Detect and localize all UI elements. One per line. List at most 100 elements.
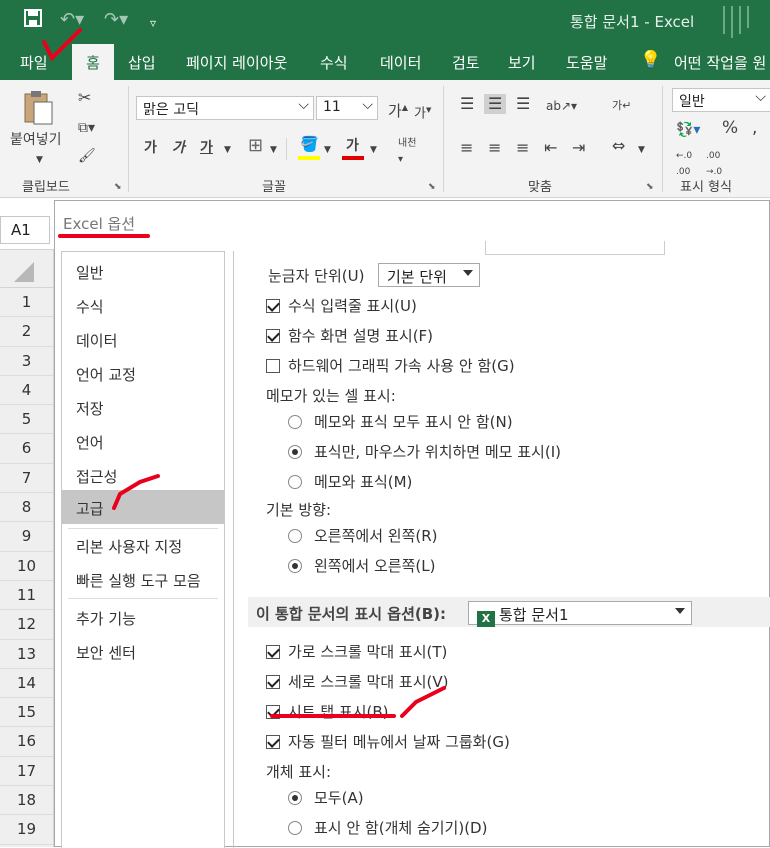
right-to-left-radio[interactable]: 오른쪽에서 왼쪽(R) [288, 525, 438, 546]
shrink-font-button[interactable]: 가▼ [414, 102, 431, 122]
left-to-right-radio[interactable]: 왼쪽에서 오른쪽(L) [288, 555, 435, 576]
tab-help[interactable]: 도움말 [566, 52, 607, 73]
row-header[interactable]: 19 [0, 815, 53, 845]
align-left-icon[interactable]: ≡ [460, 140, 473, 156]
tab-data[interactable]: 데이터 [380, 52, 421, 73]
show-vertical-scrollbar-checkbox[interactable]: 세로 스크롤 막대 표시(V) [266, 671, 448, 692]
nav-item-customize-ribbon[interactable]: 리본 사용자 지정 [62, 528, 224, 562]
align-middle-icon[interactable]: ☰ [484, 94, 507, 114]
group-dates-autofilter-checkbox[interactable]: 자동 필터 메뉴에서 날짜 그룹화(G) [266, 731, 510, 752]
phonetic-icon[interactable]: 내천 ▾ [398, 136, 416, 168]
row-header[interactable]: 5 [0, 405, 53, 435]
underline-button[interactable]: 가 [200, 140, 213, 156]
font-color-dropdown-icon[interactable]: ▼ [370, 142, 377, 158]
tab-page-layout[interactable]: 페이지 레이아웃 [186, 52, 287, 73]
align-top-icon[interactable]: ☰ [460, 96, 474, 112]
align-right-icon[interactable]: ≡ [516, 140, 529, 156]
row-header[interactable]: 9 [0, 522, 53, 552]
nav-item-accessibility[interactable]: 접근성 [62, 458, 224, 492]
row-header[interactable]: 12 [0, 610, 53, 640]
nav-item-language[interactable]: 언어 [62, 424, 224, 458]
show-horizontal-scrollbar-checkbox[interactable]: 가로 스크롤 막대 표시(T) [266, 641, 447, 662]
grow-font-button[interactable]: 가▲ [388, 100, 408, 119]
row-header[interactable]: 4 [0, 376, 53, 406]
save-icon[interactable] [24, 9, 42, 33]
nav-item-formulas[interactable]: 수식 [62, 288, 224, 322]
tab-review[interactable]: 검토 [452, 52, 480, 73]
row-header[interactable]: 3 [0, 347, 53, 376]
tab-file[interactable]: 파일 [20, 52, 48, 73]
row-header[interactable]: 7 [0, 464, 53, 494]
nav-item-add-ins[interactable]: 추가 기능 [62, 600, 224, 634]
disable-hw-acceleration-checkbox[interactable]: 하드웨어 그래픽 가속 사용 안 함(G) [266, 355, 515, 376]
name-box[interactable]: A1 [0, 216, 50, 244]
tab-insert[interactable]: 삽입 [128, 52, 156, 73]
nav-item-data[interactable]: 데이터 [62, 322, 224, 356]
nav-item-save[interactable]: 저장 [62, 390, 224, 424]
italic-button[interactable]: 가 [172, 140, 185, 156]
show-function-tooltips-checkbox[interactable]: 함수 화면 설명 표시(F) [266, 325, 433, 346]
font-color-button[interactable]: 가 [346, 138, 359, 154]
increase-indent-icon[interactable]: ⇥ [572, 140, 585, 156]
workbook-select-dropdown[interactable]: X 통합 문서1 [468, 601, 692, 627]
merge-center-icon[interactable]: ⇔ [612, 138, 625, 154]
redo-icon[interactable]: ↷▾ [104, 9, 128, 31]
ruler-units-dropdown[interactable]: 기본 단위 [378, 263, 480, 287]
font-name-combo[interactable]: 맑은 고딕 ⌵ [136, 96, 314, 120]
customize-qat-icon[interactable]: ▿ [150, 12, 156, 34]
nav-item-proofing[interactable]: 언어 교정 [62, 356, 224, 390]
cut-icon[interactable]: ✂ [78, 90, 91, 106]
alignment-launcher-icon[interactable]: ⬊ [646, 182, 654, 192]
comments-and-indicators-radio[interactable]: 메모와 표식(M) [288, 471, 412, 492]
nav-item-general[interactable]: 일반 [62, 254, 224, 288]
fill-color-icon[interactable]: 🪣 [300, 136, 319, 152]
row-header[interactable]: 15 [0, 698, 53, 728]
align-center-icon[interactable]: ≡ [488, 140, 501, 156]
hide-objects-radio[interactable]: 표시 안 함(개체 숨기기)(D) [288, 817, 487, 838]
tab-formulas[interactable]: 수식 [320, 52, 348, 73]
show-formula-bar-checkbox[interactable]: 수식 입력줄 표시(U) [266, 295, 417, 316]
font-launcher-icon[interactable]: ⬊ [428, 182, 436, 192]
tell-me-box[interactable]: 어떤 작업을 원 [674, 52, 766, 73]
paste-icon[interactable] [22, 90, 54, 126]
row-header[interactable]: 2 [0, 317, 53, 347]
row-header[interactable]: 10 [0, 552, 53, 581]
no-comments-radio[interactable]: 메모와 표식 모두 표시 안 함(N) [288, 411, 513, 432]
row-header[interactable]: 1 [0, 288, 53, 318]
wrap-text-icon[interactable]: 가↵ [612, 98, 631, 114]
row-header[interactable]: 16 [0, 727, 53, 757]
indicators-only-radio[interactable]: 표식만, 마우스가 위치하면 메모 표시(I) [288, 441, 561, 462]
tab-home[interactable]: 홈 [72, 44, 114, 80]
percent-button[interactable]: % [722, 120, 738, 137]
nav-item-quick-access-toolbar[interactable]: 빠른 실행 도구 모음 [62, 562, 224, 596]
underline-dropdown-icon[interactable]: ▼ [224, 142, 231, 158]
tab-view[interactable]: 보기 [508, 52, 536, 73]
row-header[interactable]: 14 [0, 669, 53, 699]
show-all-objects-radio[interactable]: 모두(A) [288, 787, 364, 808]
fill-color-dropdown-icon[interactable]: ▼ [324, 142, 331, 158]
row-header[interactable]: 8 [0, 493, 53, 523]
format-painter-icon[interactable]: 🖌 [78, 148, 96, 164]
align-bottom-icon[interactable]: ☰ [516, 96, 530, 112]
number-format-combo[interactable]: 일반 ⌵ [672, 88, 770, 112]
nav-item-advanced[interactable]: 고급 [62, 490, 224, 524]
row-header[interactable]: 17 [0, 757, 53, 787]
font-size-combo[interactable]: 11 ⌵ [316, 96, 378, 120]
undo-icon[interactable]: ↶▾ [60, 9, 84, 31]
paste-button[interactable]: 붙여넣기 [10, 132, 62, 148]
row-header[interactable]: 11 [0, 581, 53, 611]
paste-dropdown-icon[interactable]: ▼ [36, 152, 43, 168]
merge-dropdown-icon[interactable]: ▼ [638, 142, 645, 158]
row-header[interactable]: 18 [0, 786, 53, 816]
orientation-icon[interactable]: ab↗▾ [546, 98, 577, 114]
select-all-corner[interactable] [0, 250, 53, 288]
copy-icon[interactable]: ⧉▾ [78, 120, 95, 136]
row-header[interactable]: 13 [0, 640, 53, 669]
currency-icon[interactable]: 💱▾ [676, 122, 700, 138]
bold-button[interactable]: 가 [144, 140, 157, 156]
decrease-indent-icon[interactable]: ⇤ [544, 140, 557, 156]
clipboard-launcher-icon[interactable]: ⬊ [114, 182, 122, 192]
borders-icon[interactable]: ⊞ [248, 137, 263, 155]
show-sheet-tabs-checkbox[interactable]: 시트 탭 표시(B) [266, 701, 389, 722]
nav-item-trust-center[interactable]: 보안 센터 [62, 634, 224, 668]
